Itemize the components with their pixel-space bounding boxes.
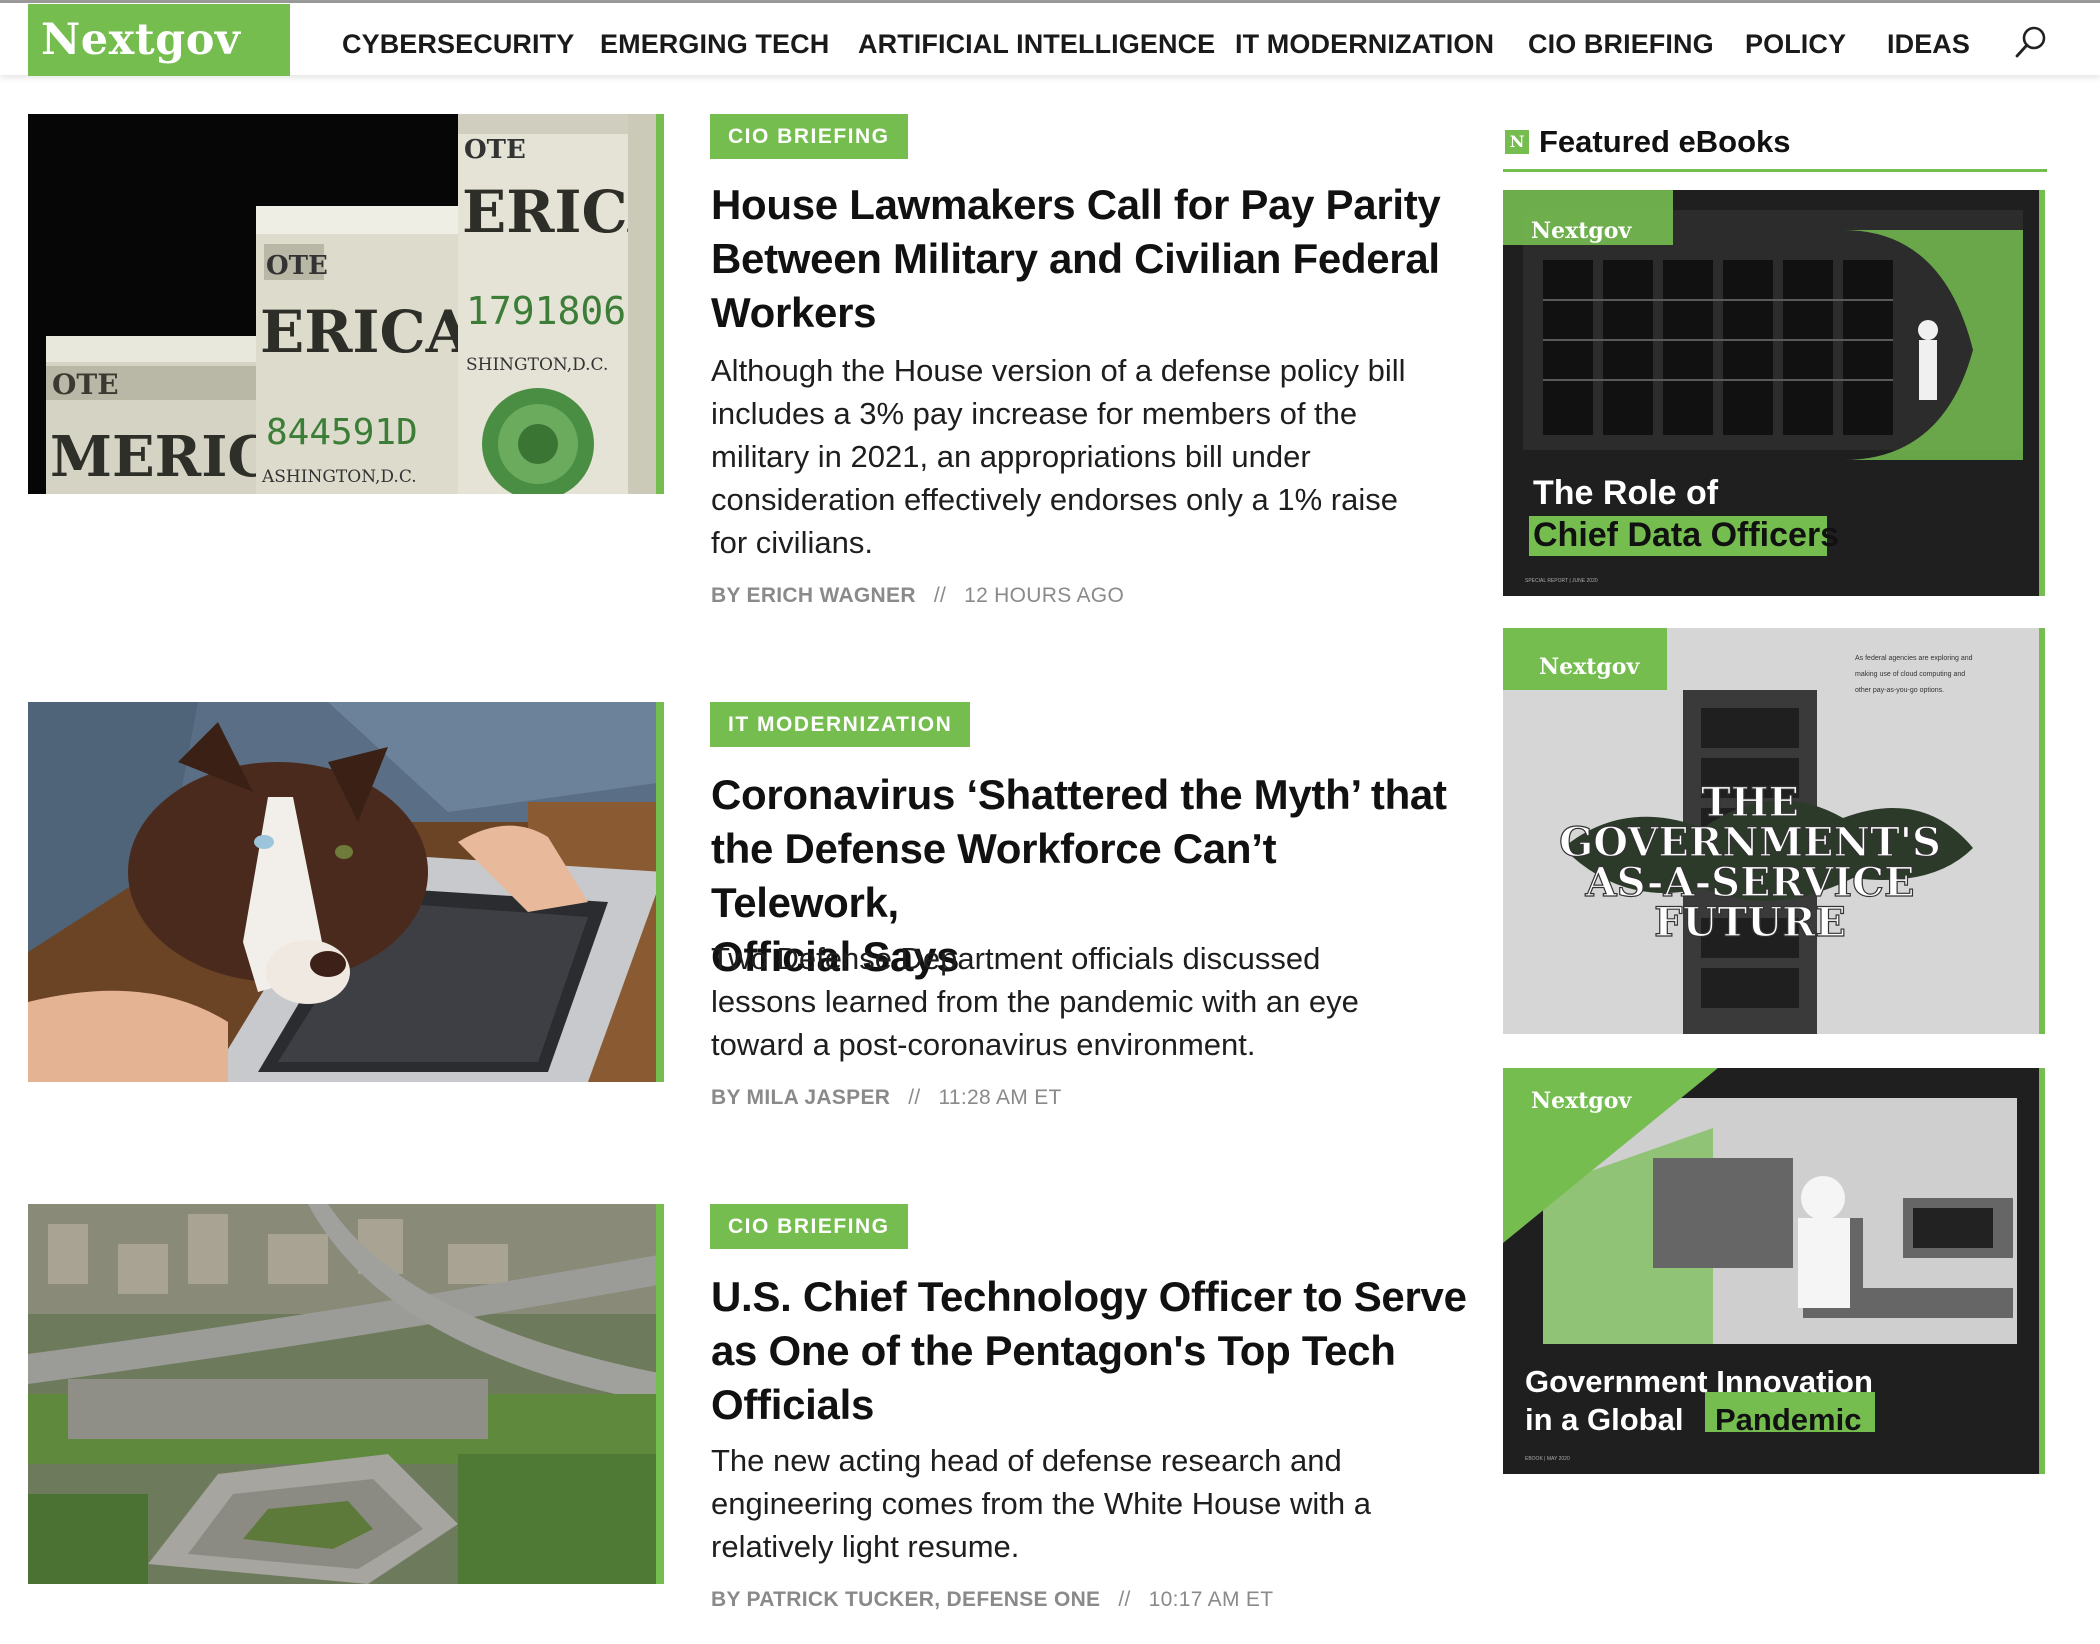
byline-separator: //: [908, 1086, 921, 1109]
headline-line: Workers: [711, 289, 877, 336]
headline-line: Officials: [711, 1381, 875, 1428]
article-image-dog-laptop[interactable]: [28, 702, 664, 1082]
ebook-title-line2: Chief Data Officers: [1533, 516, 1839, 554]
author-link[interactable]: BY PATRICK TUCKER, DEFENSE ONE: [711, 1588, 1100, 1611]
ebook-title-line1: The Role of: [1533, 474, 1719, 512]
article-byline: BY MILA JASPER // 11:28 AM ET: [711, 1086, 1062, 1110]
article-headline[interactable]: House Lawmakers Call for Pay Parity Betw…: [711, 178, 1471, 340]
image-accent-bar: [656, 114, 664, 494]
ebook-title-line1: Government Innovation: [1525, 1364, 1873, 1399]
summary-line: engineering comes from the White House w…: [711, 1486, 1371, 1521]
category-tag[interactable]: IT MODERNIZATION: [710, 702, 971, 747]
ebook-accent-bar: [2039, 628, 2045, 1034]
ebook-blurb-line: other pay-as-you-go options.: [1855, 687, 1944, 694]
summary-line: for civilians.: [711, 525, 873, 560]
bill-text-city-top: SHINGTON,D.C.: [466, 355, 608, 375]
summary-line: includes a 3% pay increase for members o…: [711, 396, 1358, 431]
ebook-footer: SPECIAL REPORT | JUNE 2020: [1525, 578, 1598, 584]
ebook-title-line2b: Pandemic: [1715, 1402, 1861, 1437]
image-accent-bar: [656, 702, 664, 1082]
image-accent-bar: [656, 1204, 664, 1584]
ebook-card-chief-data-officers[interactable]: The Role of Chief Data Officers SPECIAL …: [1503, 190, 2039, 596]
article-byline: BY ERICH WAGNER // 12 HOURS AGO: [711, 584, 1124, 608]
nav-item-it-modernization[interactable]: IT MODERNIZATION: [1235, 3, 1494, 78]
summary-line: The new acting head of defense research …: [711, 1443, 1342, 1478]
ebook-card-pandemic-innovation[interactable]: Nextgov Government Innovation in a Globa…: [1503, 1068, 2039, 1474]
headline-line: the Defense Workforce Can’t Telework,: [711, 825, 1277, 926]
site-header: Nextgov CYBERSECURITY EMERGING TECH ARTI…: [0, 3, 2100, 78]
ebook-brand: Nextgov: [1531, 1088, 1632, 1114]
ebook-title-line: FUTURE: [1654, 899, 1846, 946]
category-tag[interactable]: CIO BRIEFING: [710, 114, 908, 159]
headline-line: Coronavirus ‘Shattered the Myth’ that: [711, 771, 1447, 818]
bill-text-note-mid: OTE: [266, 251, 328, 281]
bill-text-erica-mid: ERICA: [260, 298, 472, 366]
bill-text-serial: 1791806: [466, 289, 626, 333]
sidebar-title: Featured eBooks: [1539, 124, 1791, 159]
headline-line: as One of the Pentagon's Top Tech: [711, 1327, 1396, 1374]
ebook-accent-bar: [2039, 190, 2045, 596]
ebook-brand: Nextgov: [1539, 654, 1640, 680]
ebook-card-as-a-service[interactable]: Nextgov THE GOVERNMENT'S AS-A-SERVICE FU…: [1503, 628, 2039, 1034]
summary-line: toward a post-coronavirus environment.: [711, 1027, 1256, 1062]
timestamp: 12 HOURS AGO: [964, 584, 1125, 607]
ebook-brand: Nextgov: [1531, 218, 1632, 244]
article-image-pentagon[interactable]: [28, 1204, 664, 1584]
search-icon[interactable]: [2010, 23, 2050, 63]
article-byline: BY PATRICK TUCKER, DEFENSE ONE // 10:17 AM…: [711, 1588, 1273, 1612]
bill-text-serial-mid: 844591D: [266, 412, 418, 453]
summary-line: lessons learned from the pandemic with a…: [711, 984, 1359, 1019]
headline-line: Between Military and Civilian Federal: [711, 235, 1440, 282]
summary-line: Two Defense Department officials discuss…: [711, 941, 1321, 976]
ebook-title-line2a: in a Global: [1525, 1402, 1683, 1437]
ebook-footer: EBOOK | MAY 2020: [1525, 1456, 1570, 1462]
bill-text-note-small: OTE: [52, 368, 119, 401]
summary-line: consideration effectively endorses only …: [711, 482, 1398, 517]
summary-line: Although the House version of a defense …: [711, 353, 1406, 388]
ebook-accent-bar: [2039, 1068, 2045, 1474]
nav-item-ideas[interactable]: IDEAS: [1887, 3, 1970, 78]
byline-separator: //: [1118, 1588, 1131, 1611]
ebook-blurb-line: As federal agencies are exploring and: [1855, 655, 1973, 662]
author-link[interactable]: BY ERICH WAGNER: [711, 584, 916, 607]
article-summary: The new acting head of defense research …: [711, 1439, 1471, 1568]
nextgov-badge-icon: N: [1505, 130, 1529, 154]
timestamp: 11:28 AM ET: [938, 1086, 1062, 1109]
summary-line: relatively light resume.: [711, 1529, 1020, 1564]
headline-line: House Lawmakers Call for Pay Parity: [711, 181, 1441, 228]
nav-item-artificial-intelligence[interactable]: ARTIFICIAL INTELLIGENCE: [858, 3, 1215, 78]
article-image-money[interactable]: OTE MERICA OTE ERICA 844591D ASHINGTON,D…: [28, 114, 664, 494]
byline-separator: //: [933, 584, 947, 607]
category-tag[interactable]: CIO BRIEFING: [710, 1204, 908, 1249]
article-summary: Two Defense Department officials discuss…: [711, 937, 1471, 1066]
nav-item-policy[interactable]: POLICY: [1745, 3, 1846, 78]
nav-item-emerging-tech[interactable]: EMERGING TECH: [600, 3, 829, 78]
bill-text-note-large: OTE: [464, 135, 526, 165]
ebook-blurb-line: making use of cloud computing and: [1855, 671, 1965, 678]
headline-line: U.S. Chief Technology Officer to Serve: [711, 1273, 1467, 1320]
site-logo[interactable]: Nextgov: [28, 4, 290, 76]
nav-item-cio-briefing[interactable]: CIO BRIEFING: [1528, 3, 1714, 78]
nav-item-cybersecurity[interactable]: CYBERSECURITY: [342, 3, 574, 78]
bill-text-city-mid: ASHINGTON,D.C.: [261, 467, 417, 487]
summary-line: military in 2021, an appropriations bill…: [711, 439, 1311, 474]
featured-ebooks-header: N Featured eBooks: [1503, 120, 2047, 172]
author-link[interactable]: BY MILA JASPER: [711, 1086, 890, 1109]
timestamp: 10:17 AM ET: [1148, 1588, 1274, 1611]
article-headline[interactable]: U.S. Chief Technology Officer to Serve a…: [711, 1270, 1471, 1432]
article-summary: Although the House version of a defense …: [711, 349, 1471, 564]
